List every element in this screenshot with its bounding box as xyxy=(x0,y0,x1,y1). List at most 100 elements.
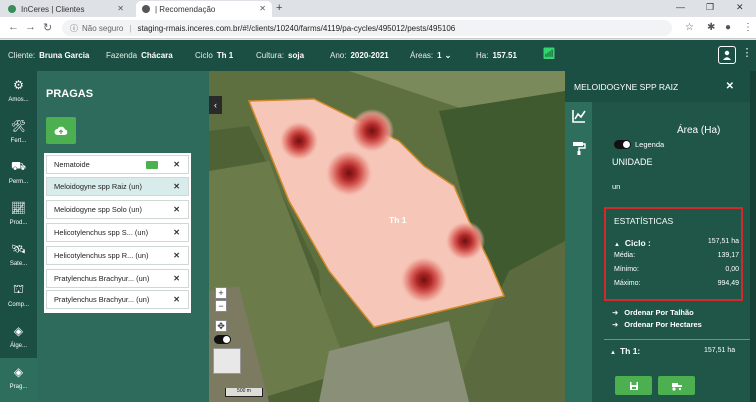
reload-icon[interactable]: ↻ xyxy=(43,21,52,34)
arrow-right-icon: ➜ xyxy=(612,308,619,317)
ha-label: Ha: xyxy=(476,51,489,60)
remove-icon[interactable]: ✕ xyxy=(173,274,180,283)
url-text: staging-rmais.inceres.com.br/#!/clients/… xyxy=(137,23,456,33)
rail-label: Sate... xyxy=(9,261,28,267)
collapse-panel-button[interactable]: ‹ xyxy=(209,96,222,114)
info-icon[interactable]: ⓘ xyxy=(70,23,78,34)
areas-label: Áreas: xyxy=(410,51,434,60)
remove-icon[interactable]: ✕ xyxy=(173,205,180,214)
extensions-icon[interactable]: ✱ xyxy=(707,22,715,33)
basemap-switch-button[interactable] xyxy=(213,348,241,374)
areas-selector[interactable]: Áreas: 1 ⌄ xyxy=(410,51,451,60)
close-panel-icon[interactable]: ✕ xyxy=(726,81,734,92)
rail-item-permissoes[interactable]: ⛟ Perm... xyxy=(0,153,37,197)
stat-ciclo[interactable]: ▲ Ciclo : 157,51 ha xyxy=(614,238,739,248)
cultura-value[interactable]: soja xyxy=(288,51,304,60)
stat-media: Média: 139,17 xyxy=(614,252,739,259)
minimize-icon[interactable]: — xyxy=(676,2,685,12)
details-tabs xyxy=(565,102,592,402)
tractor-icon xyxy=(671,382,682,391)
panel-scrollbar[interactable] xyxy=(750,71,756,402)
tab-style[interactable] xyxy=(571,140,587,156)
back-arrow-icon[interactable]: ← xyxy=(8,21,19,33)
stat-maximo: Máximo: 994,49 xyxy=(614,280,739,287)
remove-icon[interactable]: ✕ xyxy=(173,251,180,260)
rail-label: Fert... xyxy=(10,138,27,144)
ano-value[interactable]: 2020-2021 xyxy=(350,51,388,60)
pest-group-nematoide[interactable]: Nematoide ✕ xyxy=(46,155,189,174)
zoom-out-button[interactable]: − xyxy=(215,300,227,312)
pest-item[interactable]: Meloidogyne spp Raiz (un) ✕ xyxy=(46,177,189,196)
stat-value: 994,49 xyxy=(717,280,739,287)
pragas-panel: PRAGAS Nematoide ✕ Meloidogyne spp Raiz … xyxy=(37,71,209,402)
save-button[interactable] xyxy=(615,376,652,395)
rail-item-fertilidade[interactable]: 🛠︎ Fert... xyxy=(0,112,37,156)
rail-item-pragas[interactable]: ◈ Prag... xyxy=(0,358,37,402)
remove-icon[interactable]: ✕ xyxy=(173,228,180,237)
legend-label: Legenda xyxy=(635,140,665,149)
remove-icon[interactable]: ✕ xyxy=(173,295,180,304)
order-by-hectares-link[interactable]: ➜ Ordenar Por Hectares xyxy=(612,320,702,329)
ciclo-value[interactable]: Th 1 xyxy=(217,51,233,60)
security-label: Não seguro xyxy=(82,23,124,33)
zoom-in-button[interactable]: + xyxy=(215,287,227,299)
maximize-icon[interactable]: ❐ xyxy=(706,2,714,13)
app-menu-icon[interactable]: ⋮ xyxy=(740,46,754,64)
cliente-value[interactable]: Bruna Garcia xyxy=(39,51,89,60)
url-separator: | xyxy=(129,23,132,33)
ha-value: 157.51 xyxy=(492,51,517,60)
rail-item-algebra[interactable]: ◈ Álge... xyxy=(0,317,37,361)
th1-row[interactable]: ▲ Th 1: xyxy=(610,346,640,356)
upload-button[interactable] xyxy=(46,117,76,144)
browser-tab-clientes[interactable]: InCeres | Clientes ✕ xyxy=(2,1,130,17)
tractor-icon[interactable] xyxy=(146,161,158,169)
close-window-icon[interactable]: ✕ xyxy=(736,2,744,13)
order-hectares-label: Ordenar Por Hectares xyxy=(624,320,702,329)
url-field[interactable]: ⓘ Não seguro | staging-rmais.inceres.com… xyxy=(62,20,672,36)
fazenda-value[interactable]: Chácara xyxy=(141,51,173,60)
bookmark-star-icon[interactable]: ☆ xyxy=(685,22,694,33)
hectares-info: Ha: 157.51 xyxy=(476,51,529,60)
legend-toggle[interactable] xyxy=(614,140,631,149)
new-tab-icon[interactable]: + xyxy=(276,2,282,14)
close-tab-icon[interactable]: ✕ xyxy=(117,4,124,13)
order-by-talhao-link[interactable]: ➜ Ordenar Por Talhão xyxy=(612,308,694,317)
compare-icon: ⛫ xyxy=(12,282,25,296)
scale-label: 500 m xyxy=(237,388,251,394)
pest-item[interactable]: Meloidogyne spp Solo (un) ✕ xyxy=(46,200,189,219)
pest-label: Pratylenchus Brachyur... (un) xyxy=(54,274,150,283)
forward-arrow-icon[interactable]: → xyxy=(25,21,36,33)
pest-label: Nematoide xyxy=(54,160,90,169)
pest-item[interactable]: Helicotylenchus spp S... (un) ✕ xyxy=(46,223,189,242)
pest-item[interactable]: Pratylenchus Brachyur... (un) ✕ xyxy=(46,290,189,309)
close-tab-icon[interactable]: ✕ xyxy=(259,4,266,13)
fullscreen-button[interactable]: ✥ xyxy=(215,320,227,332)
browser-tab-recomendacao[interactable]: | Recomendação ✕ xyxy=(136,1,272,17)
details-panel: MELOIDOGYNE SPP RAIZ ✕ Área (Ha) Legenda… xyxy=(565,71,756,402)
map-view[interactable]: Th 1 xyxy=(209,71,565,402)
remove-icon[interactable]: ✕ xyxy=(173,182,180,191)
rail-item-compactacao[interactable]: ⛫ Comp... xyxy=(0,276,37,320)
details-body: Área (Ha) Legenda UNIDADE un ESTATÍSTICA… xyxy=(592,102,756,402)
stat-value: 157,51 ha xyxy=(707,238,739,245)
tab-chart[interactable] xyxy=(571,108,587,124)
chart-icon: 📈︎ xyxy=(10,201,27,215)
permission-icon: ⛟ xyxy=(10,159,27,173)
satellite-map[interactable]: Th 1 xyxy=(209,71,565,402)
year-info: Ano: 2020-2021 xyxy=(330,51,401,60)
map-layer-toggle[interactable] xyxy=(214,335,231,344)
statistics-box: ESTATÍSTICAS ▲ Ciclo : 157,51 ha Média: … xyxy=(604,207,743,301)
rail-item-produtividade[interactable]: 📈︎ Prod... xyxy=(0,194,37,238)
user-account-button[interactable] xyxy=(718,46,736,64)
browser-menu-icon[interactable]: ⋮ xyxy=(743,22,753,33)
rail-item-satelite[interactable]: 🛰︎ Sate... xyxy=(0,235,37,279)
stat-value: 0,00 xyxy=(725,266,739,273)
divider xyxy=(604,339,750,340)
remove-icon[interactable]: ✕ xyxy=(173,160,180,169)
pest-item[interactable]: Helicotylenchus spp R... (un) ✕ xyxy=(46,246,189,265)
profile-icon[interactable]: ● xyxy=(725,22,731,33)
pest-item[interactable]: Pratylenchus Brachyur... (un) ✕ xyxy=(46,269,189,288)
rail-item-amostragem[interactable]: ⚙ Amos... xyxy=(0,71,37,115)
tractor-button[interactable] xyxy=(658,376,695,395)
unit-value: un xyxy=(612,182,621,191)
